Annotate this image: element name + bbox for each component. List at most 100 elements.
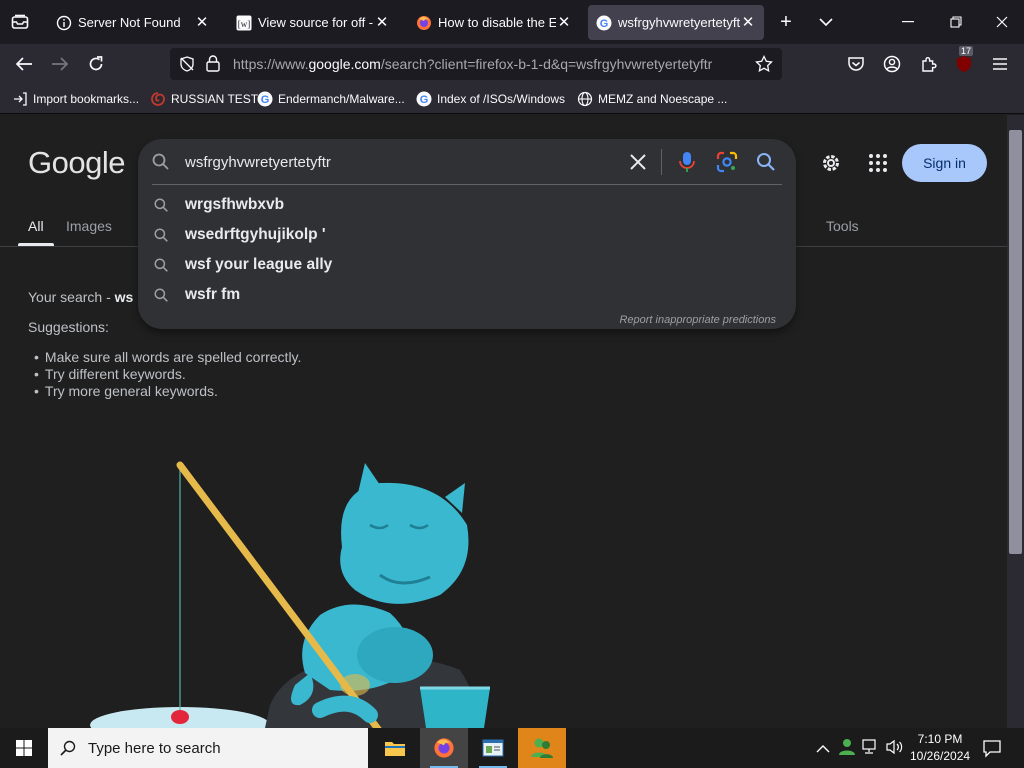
search-box[interactable]: wsfrgyhvwretyertetyftr wrgsfhwbxvb wsedr… [138, 139, 796, 329]
back-button[interactable] [12, 52, 36, 76]
close-window-button[interactable] [982, 8, 1022, 36]
arrow-left-icon [15, 57, 32, 71]
new-tab-button[interactable]: + [774, 10, 798, 34]
tip-item: Make sure all words are spelled correctl… [34, 349, 302, 366]
restore-button[interactable] [936, 8, 976, 36]
your-search-query: ws [114, 289, 134, 305]
navigation-toolbar: https://www.google.com/search?client=fir… [0, 44, 1024, 84]
search-submit-icon[interactable] [756, 152, 776, 177]
suggestion-item[interactable]: wsedrftgyhujikolp ' [152, 220, 782, 250]
tab-view-source[interactable]: [w] View source for off - Wi ✕ [228, 5, 398, 40]
people-tray-icon[interactable] [838, 738, 856, 761]
bookmark-star-icon[interactable] [755, 54, 773, 78]
bookmark-import[interactable]: Import bookmarks... [12, 91, 139, 107]
taskbar-search-box[interactable]: Type here to search [48, 728, 368, 768]
google-logo[interactable]: Google [28, 145, 125, 181]
close-tab-icon[interactable]: ✕ [740, 14, 756, 31]
google-icon: G [257, 91, 273, 107]
bookmark-russian-test[interactable]: RUSSIAN TEST [150, 91, 258, 107]
taskbar-app[interactable] [469, 728, 517, 768]
firefox-view-button[interactable] [8, 10, 32, 34]
search-icon [152, 286, 170, 304]
import-icon [12, 91, 28, 107]
puzzle-icon [921, 56, 937, 72]
tab-how-to-disable[interactable]: How to disable the Ente ✕ [408, 5, 580, 40]
scrollbar-thumb[interactable] [1009, 130, 1022, 554]
shield-icon [957, 56, 971, 72]
taskbar-file-explorer[interactable] [371, 728, 419, 768]
volume-icon[interactable] [886, 739, 904, 760]
reload-button[interactable] [84, 52, 108, 76]
close-tab-icon[interactable]: ✕ [374, 14, 390, 31]
pocket-button[interactable] [844, 52, 868, 76]
sign-in-button[interactable]: Sign in [902, 144, 987, 182]
windows-taskbar: Type here to search 7:10 PM 10/26/2024 [0, 728, 1024, 768]
suggestion-item[interactable]: wsf your league ally [152, 250, 782, 280]
tab-title: How to disable the Ente [438, 15, 556, 30]
pocket-icon [848, 57, 864, 71]
forward-button[interactable] [48, 52, 72, 76]
minimize-button[interactable] [888, 8, 928, 36]
url-text[interactable]: https://www.google.com/search?client=fir… [233, 56, 712, 72]
bookmark-index-isos[interactable]: G Index of /ISOs/Windows [416, 91, 565, 107]
firefox-view-icon [11, 14, 29, 29]
tip-item: Try different keywords. [34, 366, 301, 383]
tracking-protection-icon[interactable] [179, 56, 195, 77]
notifications-icon[interactable] [982, 738, 1002, 763]
app-menu-button[interactable] [988, 52, 1012, 76]
search-divider [661, 149, 662, 175]
google-lens-icon[interactable] [716, 151, 738, 178]
gear-icon[interactable] [820, 152, 842, 179]
taskbar-highlighted-app[interactable] [518, 728, 566, 768]
account-button[interactable] [880, 52, 904, 76]
apps-grid-icon[interactable] [867, 152, 889, 179]
bookmark-label: Endermanch/Malware... [278, 92, 405, 106]
url-host: google.com [308, 56, 381, 72]
tab-images[interactable]: Images [66, 218, 112, 234]
info-icon [56, 15, 72, 31]
suggestion-item[interactable]: wrgsfhwbxvb [152, 190, 782, 220]
firefox-icon [416, 15, 432, 31]
google-icon: G [416, 91, 432, 107]
suggestion-item[interactable]: wsfr fm [152, 280, 782, 310]
bookmark-memz[interactable]: MEMZ and Noescape ... [577, 91, 727, 107]
suggestion-text: wsfr fm [185, 286, 241, 303]
url-bar[interactable]: https://www.google.com/search?client=fir… [170, 48, 782, 80]
bookmark-label: MEMZ and Noescape ... [598, 92, 728, 106]
report-predictions-link[interactable]: Report inappropriate predictions [619, 314, 776, 326]
system-clock[interactable]: 7:10 PM 10/26/2024 [910, 731, 970, 765]
start-button[interactable] [0, 728, 48, 768]
minimize-icon [902, 21, 914, 23]
tab-title: wsfrgyhvwretyertetyftr [618, 15, 740, 30]
lock-icon[interactable] [206, 55, 220, 77]
microphone-icon[interactable] [678, 151, 696, 178]
clock-time: 7:10 PM [917, 732, 963, 746]
search-query-text[interactable]: wsfrgyhvwretyertetyftr [185, 154, 331, 171]
tip-item: Try more general keywords. [34, 383, 301, 400]
network-icon[interactable] [862, 739, 880, 760]
list-all-tabs-button[interactable] [814, 10, 838, 34]
plus-icon: + [780, 10, 792, 33]
extension-ublock-button[interactable]: 17 [952, 46, 976, 76]
restore-icon [950, 16, 962, 28]
tab-title: View source for off - Wi [258, 15, 374, 30]
tab-server-not-found[interactable]: Server Not Found ✕ [48, 5, 218, 40]
hamburger-icon [993, 58, 1007, 70]
swirl-icon [150, 91, 166, 107]
search-icon [152, 256, 170, 274]
taskbar-firefox[interactable] [420, 728, 468, 768]
close-tab-icon[interactable]: ✕ [556, 14, 572, 31]
close-tab-icon[interactable]: ✕ [194, 14, 210, 31]
show-hidden-icons-icon[interactable] [816, 741, 830, 759]
url-prefix: https://www. [233, 56, 309, 72]
search-icon [152, 196, 170, 214]
tools-button[interactable]: Tools [826, 218, 859, 234]
clear-icon[interactable] [628, 152, 648, 177]
bookmark-endermanch[interactable]: G Endermanch/Malware... [257, 91, 405, 107]
chevron-down-icon [819, 18, 833, 27]
extensions-button[interactable] [916, 52, 940, 76]
tab-google-search[interactable]: G wsfrgyhvwretyertetyftr ✕ [588, 5, 764, 40]
clock-date: 10/26/2024 [910, 749, 971, 763]
tab-all[interactable]: All [28, 218, 44, 234]
fishing-monster-illustration [90, 461, 490, 728]
